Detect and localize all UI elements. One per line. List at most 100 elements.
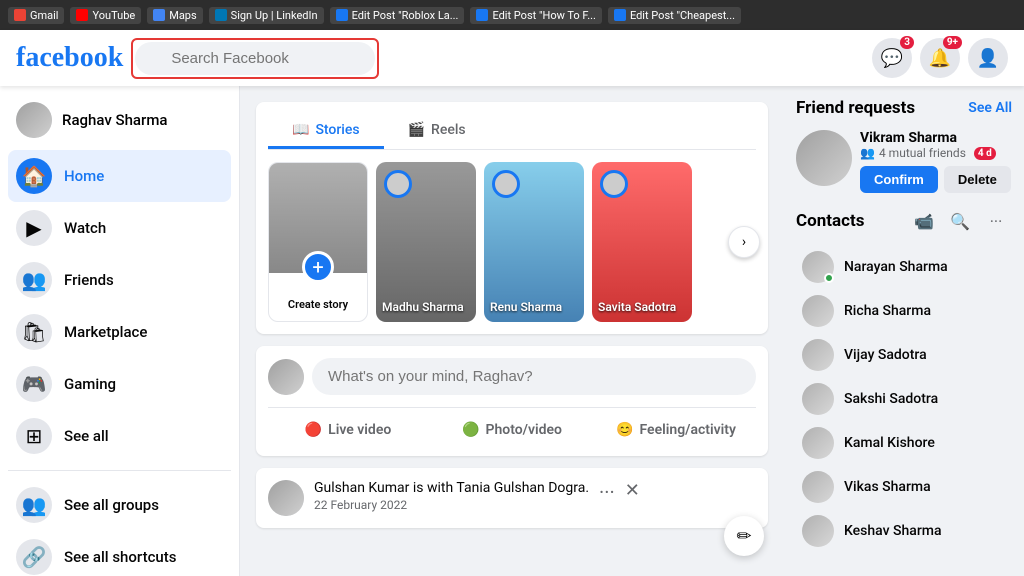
fb2-icon [476, 9, 488, 21]
contact-name-richa: Richa Sharma [844, 303, 931, 319]
fr-mutual-text: 4 mutual friends [879, 146, 966, 160]
see-all-requests-button[interactable]: See All [968, 100, 1012, 116]
sidebar-username: Raghav Sharma [62, 111, 167, 129]
contact-name-keshav: Keshav Sharma [844, 523, 942, 539]
profile-button[interactable]: 👤 [968, 38, 1008, 78]
fr-mutual: 👥 4 mutual friends 4 d [860, 146, 1012, 160]
tab-stories[interactable]: 📖 Stories [268, 114, 384, 149]
tab-gmail[interactable]: Gmail [8, 7, 64, 24]
story-avatar-3 [600, 170, 628, 198]
tab-maps[interactable]: Maps [147, 7, 202, 24]
sidebar-item-marketplace[interactable]: 🛍 Marketplace [8, 306, 231, 358]
sidebar-item-home[interactable]: 🏠 Home [8, 150, 231, 202]
confirm-request-button[interactable]: Confirm [860, 166, 938, 193]
friend-request-item: Vikram Sharma 👥 4 mutual friends 4 d Con… [796, 130, 1012, 193]
contacts-options-icon[interactable]: ··· [980, 205, 1012, 237]
post-input[interactable] [312, 358, 756, 395]
search-contacts-icon[interactable]: 🔍 [944, 205, 976, 237]
sidebar-item-friends[interactable]: 👥 Friends [8, 254, 231, 306]
contact-narayan[interactable]: Narayan Sharma [796, 245, 1012, 289]
create-story-card[interactable]: + Create story [268, 162, 368, 322]
story-name-1: Madhu Sharma [382, 300, 464, 314]
stories-tabs: 📖 Stories 🎬 Reels [268, 114, 756, 150]
contact-vijay[interactable]: Vijay Sadotra [796, 333, 1012, 377]
notif-options-button[interactable]: ··· [599, 480, 615, 504]
stories-tab-icon: 📖 [292, 122, 309, 138]
story-card-3[interactable]: Savita Sadotra [592, 162, 692, 322]
sidebar-home-label: Home [64, 167, 104, 185]
tab-youtube[interactable]: YouTube [70, 7, 141, 24]
friend-requests-header: Friend requests See All [796, 98, 1012, 118]
contact-vikas[interactable]: Vikas Sharma [796, 465, 1012, 509]
sidebar-marketplace-label: Marketplace [64, 323, 147, 341]
tab-fb3[interactable]: Edit Post "Cheapest... [608, 7, 741, 24]
contact-richa[interactable]: Richa Sharma [796, 289, 1012, 333]
story-card-1[interactable]: Madhu Sharma [376, 162, 476, 322]
post-actions: 🔴 Live video 🟢 Photo/video 😊 Feeling/act… [268, 407, 756, 444]
tab-youtube-label: YouTube [92, 9, 135, 22]
story-card-2[interactable]: Renu Sharma [484, 162, 584, 322]
feeling-button[interactable]: 😊 Feeling/activity [596, 416, 756, 444]
reels-tab-label: Reels [431, 122, 466, 138]
edit-fab-button[interactable]: ✏ [724, 516, 764, 556]
delete-request-button[interactable]: Delete [944, 166, 1011, 193]
stories-grid: + Create story Madhu Sharma [268, 162, 756, 322]
tab-fb1[interactable]: Edit Post "Roblox La... [330, 7, 465, 24]
live-video-icon: 🔴 [305, 422, 322, 438]
sidebar-gaming-label: Gaming [64, 375, 116, 393]
feeling-label: Feeling/activity [639, 422, 735, 438]
sidebar-item-seeall[interactable]: ⊞ See all [8, 410, 231, 462]
tab-reels[interactable]: 🎬 Reels [384, 114, 490, 149]
photo-video-button[interactable]: 🟢 Photo/video [432, 416, 592, 444]
search-input-container: 🔍 [135, 42, 375, 75]
tab-fb2[interactable]: Edit Post "How To F... [470, 7, 602, 24]
sidebar-item-shortcuts[interactable]: 🔗 See all shortcuts [8, 531, 231, 576]
contact-kamal[interactable]: Kamal Kishore [796, 421, 1012, 465]
fr-name: Vikram Sharma [860, 130, 1012, 146]
tab-maps-label: Maps [169, 9, 196, 22]
contact-keshav[interactable]: Keshav Sharma [796, 509, 1012, 553]
tab-linkedin[interactable]: Sign Up | LinkedIn [209, 7, 324, 24]
groups-icon: 👥 [16, 487, 52, 523]
sidebar-item-watch[interactable]: ▶ Watch [8, 202, 231, 254]
sidebar-divider-1 [8, 470, 231, 471]
contact-avatar-narayan [802, 251, 834, 283]
friend-requests-title: Friend requests [796, 98, 915, 118]
youtube-icon [76, 9, 88, 21]
notification-post: Gulshan Kumar is with Tania Gulshan Dogr… [256, 468, 768, 528]
fr-avatar [796, 130, 852, 186]
story-avatar-2 [492, 170, 520, 198]
contacts-icons: 📹 🔍 ··· [908, 205, 1012, 237]
contact-avatar-vijay [802, 339, 834, 371]
messenger-button[interactable]: 💬 3 [872, 38, 912, 78]
tab-fb3-label: Edit Post "Cheapest... [630, 9, 735, 22]
sidebar: Raghav Sharma 🏠 Home ▶ Watch 👥 Friends 🛍… [0, 86, 240, 576]
fr-info: Vikram Sharma 👥 4 mutual friends 4 d Con… [860, 130, 1012, 193]
notifications-button[interactable]: 🔔 9+ [920, 38, 960, 78]
contact-name-narayan: Narayan Sharma [844, 259, 948, 275]
gaming-icon: 🎮 [16, 366, 52, 402]
notif-close-button[interactable]: ✕ [625, 480, 640, 501]
shortcuts-icon: 🔗 [16, 539, 52, 575]
stories-card: 📖 Stories 🎬 Reels + [256, 102, 768, 334]
home-icon: 🏠 [16, 158, 52, 194]
notif-content: Gulshan Kumar is with Tania Gulshan Dogr… [314, 480, 589, 512]
tab-fb2-label: Edit Post "How To F... [492, 9, 596, 22]
live-video-button[interactable]: 🔴 Live video [268, 416, 428, 444]
linkedin-icon [215, 9, 227, 21]
video-call-icon[interactable]: 📹 [908, 205, 940, 237]
notif-text: Gulshan Kumar is with Tania Gulshan Dogr… [314, 480, 589, 496]
photo-video-label: Photo/video [485, 422, 562, 438]
facebook-logo[interactable]: facebook [16, 42, 123, 74]
sidebar-item-gaming[interactable]: 🎮 Gaming [8, 358, 231, 410]
fb1-icon [336, 9, 348, 21]
stories-next-button[interactable]: › [728, 226, 760, 258]
sidebar-user[interactable]: Raghav Sharma [8, 94, 231, 146]
contact-sakshi[interactable]: Sakshi Sadotra [796, 377, 1012, 421]
sidebar-item-groups[interactable]: 👥 See all groups [8, 479, 231, 531]
search-input[interactable] [135, 42, 375, 75]
sidebar-friends-label: Friends [64, 271, 114, 289]
fr-buttons: Confirm Delete [860, 166, 1012, 193]
fr-time-badge: 4 d [974, 147, 996, 160]
watch-icon: ▶ [16, 210, 52, 246]
